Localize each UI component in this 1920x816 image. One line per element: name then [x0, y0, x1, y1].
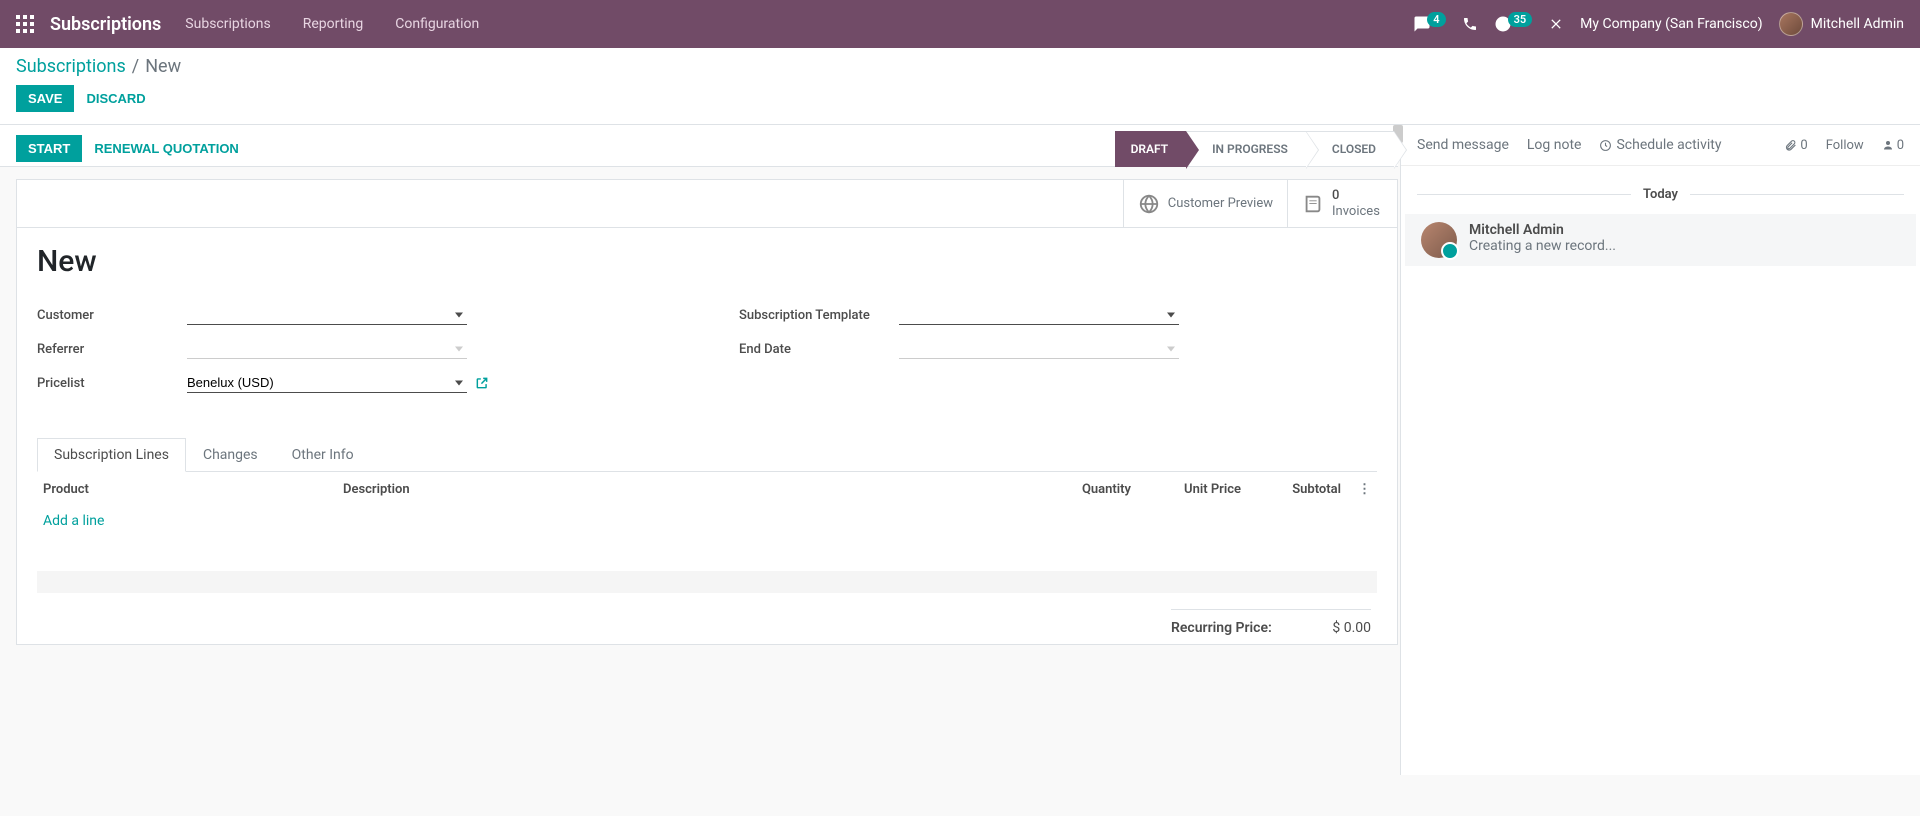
col-quantity: Quantity: [1041, 482, 1131, 497]
col-unit-price: Unit Price: [1131, 482, 1241, 497]
breadcrumb-sep: /: [132, 56, 139, 77]
customer-label: Customer: [37, 308, 187, 323]
invoices-label: Invoices: [1332, 204, 1380, 220]
phone-icon[interactable]: [1462, 16, 1478, 32]
clock-icon: [1599, 139, 1612, 152]
tabs: Subscription Lines Changes Other Info: [37, 437, 1377, 472]
button-box: Customer Preview 0 Invoices: [17, 180, 1397, 228]
user-menu[interactable]: Mitchell Admin: [1779, 12, 1904, 36]
breadcrumb-parent[interactable]: Subscriptions: [16, 56, 126, 77]
message-avatar-icon: [1421, 222, 1457, 258]
nav-subscriptions[interactable]: Subscriptions: [177, 16, 278, 32]
col-subtotal: Subtotal: [1241, 482, 1341, 497]
messages-icon[interactable]: 4: [1413, 15, 1445, 33]
navbar-left: Subscriptions Subscriptions Reporting Co…: [16, 14, 487, 35]
log-note-button[interactable]: Log note: [1527, 137, 1582, 153]
col-description: Description: [343, 482, 1041, 497]
user-name: Mitchell Admin: [1811, 16, 1904, 32]
chatter-date-separator: Today: [1401, 186, 1920, 202]
referrer-field[interactable]: [187, 339, 467, 359]
col-product: Product: [43, 482, 343, 497]
page-title: New: [37, 244, 1377, 279]
recurring-price-value: $ 0.00: [1332, 620, 1371, 636]
brand-title[interactable]: Subscriptions: [50, 14, 161, 35]
add-line-button[interactable]: Add a line: [43, 513, 104, 529]
tab-subscription-lines[interactable]: Subscription Lines: [37, 438, 186, 472]
recurring-price-label: Recurring Price:: [1171, 620, 1272, 636]
customer-preview-button[interactable]: Customer Preview: [1123, 180, 1287, 227]
field-grid: Customer Referrer: [37, 303, 1377, 405]
external-link-icon[interactable]: [475, 376, 489, 390]
form-area: Start Renewal Quotation Draft In Progres…: [0, 125, 1400, 775]
sheet-body: New Customer Referrer: [17, 228, 1397, 413]
nav-configuration[interactable]: Configuration: [387, 16, 487, 32]
paperclip-icon: [1784, 139, 1797, 152]
activities-badge: 35: [1508, 12, 1533, 27]
subscription-template-field[interactable]: [899, 305, 1179, 325]
followers-button[interactable]: 0: [1882, 138, 1904, 153]
message-author: Mitchell Admin: [1469, 222, 1616, 238]
stage-closed[interactable]: Closed: [1306, 131, 1394, 167]
customer-preview-label: Customer Preview: [1168, 196, 1273, 212]
invoices-count: 0: [1332, 188, 1380, 204]
chatter-panel: Send message Log note Schedule activity …: [1400, 125, 1920, 775]
stage-draft[interactable]: Draft: [1115, 131, 1187, 167]
apps-menu-icon[interactable]: [16, 15, 34, 33]
book-icon: [1302, 193, 1324, 215]
subscription-lines-table: Product Description Quantity Unit Price …: [17, 472, 1397, 593]
follow-button[interactable]: Follow: [1826, 138, 1864, 153]
form-sheet: Customer Preview 0 Invoices New: [16, 179, 1398, 645]
nav-reporting[interactable]: Reporting: [295, 16, 372, 32]
save-button[interactable]: Save: [16, 85, 74, 112]
chatter-message: Mitchell Admin Creating a new record...: [1405, 214, 1916, 266]
invoices-button[interactable]: 0 Invoices: [1287, 180, 1397, 227]
end-date-field[interactable]: [899, 339, 1179, 359]
control-panel: Subscriptions / New Save Discard: [0, 48, 1920, 125]
navbar-right: 4 35 My Company (San Francisco) Mitchell…: [1413, 12, 1904, 36]
enddate-label: End Date: [739, 342, 899, 357]
renewal-quotation-button[interactable]: Renewal Quotation: [94, 141, 238, 156]
field-col-right: Subscription Template End Date: [739, 303, 1377, 405]
customer-field[interactable]: [187, 305, 467, 325]
start-button[interactable]: Start: [16, 135, 82, 162]
status-stages: Draft In Progress Closed: [1115, 131, 1394, 167]
pricelist-field[interactable]: [187, 373, 467, 393]
globe-icon: [1138, 193, 1160, 215]
main-navbar: Subscriptions Subscriptions Reporting Co…: [0, 0, 1920, 48]
stage-in-progress[interactable]: In Progress: [1186, 131, 1306, 167]
tab-changes[interactable]: Changes: [186, 438, 275, 472]
tab-other-info[interactable]: Other Info: [275, 438, 371, 472]
company-switcher[interactable]: My Company (San Francisco): [1580, 16, 1762, 32]
control-buttons: Save Discard: [16, 85, 1904, 112]
message-text: Creating a new record...: [1469, 238, 1616, 254]
chatter-topbar: Send message Log note Schedule activity …: [1401, 125, 1920, 166]
send-message-button[interactable]: Send message: [1417, 137, 1509, 153]
user-avatar-icon: [1779, 12, 1803, 36]
attachments-button[interactable]: 0: [1784, 138, 1807, 153]
schedule-activity-button[interactable]: Schedule activity: [1599, 137, 1721, 153]
col-optional-toggle[interactable]: ⋮: [1341, 482, 1371, 497]
breadcrumb: Subscriptions / New: [16, 56, 1904, 77]
referrer-label: Referrer: [37, 342, 187, 357]
table-header: Product Description Quantity Unit Price …: [37, 472, 1377, 507]
main-content: Start Renewal Quotation Draft In Progres…: [0, 125, 1920, 775]
discard-button[interactable]: Discard: [86, 91, 145, 106]
user-icon: [1882, 139, 1894, 151]
table-row: Add a line: [37, 507, 1377, 535]
breadcrumb-current: New: [145, 56, 181, 77]
activities-icon[interactable]: 35: [1494, 15, 1533, 33]
table-empty-row: [37, 571, 1377, 593]
messages-badge: 4: [1427, 12, 1445, 27]
statusbar: Start Renewal Quotation Draft In Progres…: [0, 125, 1398, 167]
totals: Recurring Price: $ 0.00: [17, 593, 1397, 644]
statusbar-buttons: Start Renewal Quotation: [16, 135, 239, 162]
template-label: Subscription Template: [739, 308, 899, 323]
debug-icon[interactable]: [1548, 16, 1564, 32]
field-col-left: Customer Referrer: [37, 303, 675, 405]
pricelist-label: Pricelist: [37, 376, 187, 391]
